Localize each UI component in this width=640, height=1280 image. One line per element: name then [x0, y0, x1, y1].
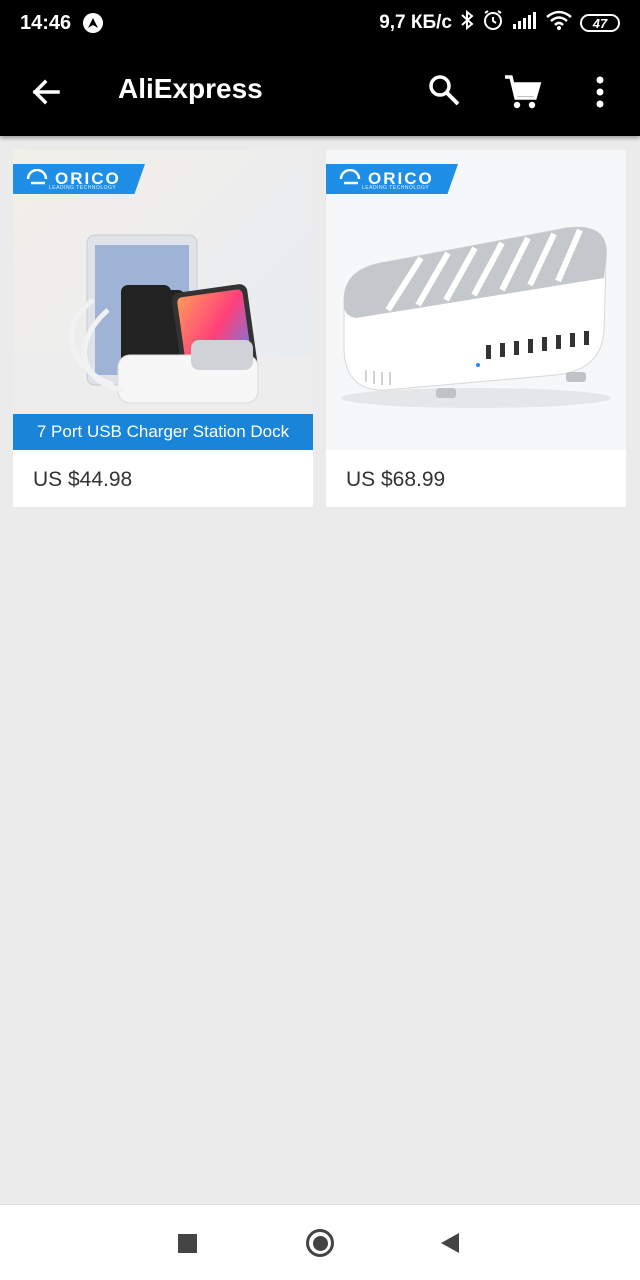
signal-icon	[512, 10, 538, 36]
status-right: 9,7 КБ/с 47	[379, 9, 620, 37]
product-price: US $44.98	[33, 468, 133, 491]
product-grid: ORICO LEADING TECHNOLOGY 7 Port USB Char…	[13, 150, 627, 507]
brand-badge: ORICO LEADING TECHNOLOGY	[13, 164, 145, 194]
system-nav-bar	[0, 1204, 640, 1280]
product-image: ORICO LEADING TECHNOLOGY	[326, 150, 626, 450]
status-bar: 14:46 9,7 КБ/с 47	[0, 0, 640, 46]
product-price: US $68.99	[346, 468, 446, 491]
wifi-icon	[546, 10, 572, 36]
home-circle-icon[interactable]	[306, 1229, 334, 1257]
back-triangle-icon[interactable]	[441, 1233, 459, 1253]
bluetooth-icon	[460, 9, 474, 36]
search-icon[interactable]	[426, 72, 462, 108]
status-left: 14:46	[20, 11, 104, 35]
page-title: AliExpress	[118, 73, 263, 104]
brand-tagline: LEADING TECHNOLOGY	[362, 185, 430, 191]
status-time: 14:46	[20, 11, 72, 34]
more-vert-icon[interactable]	[588, 72, 612, 112]
brand-tagline: LEADING TECHNOLOGY	[49, 185, 117, 191]
product-card[interactable]: ORICO LEADING TECHNOLOGY 7 Port USB Char…	[13, 150, 313, 507]
recents-square-icon[interactable]	[178, 1234, 197, 1253]
product-caption: 7 Port USB Charger Station Dock	[13, 414, 313, 450]
product-card[interactable]: ORICO LEADING TECHNOLOGY US $68.99	[326, 150, 626, 507]
home-inner-dot	[312, 1235, 328, 1251]
alarm-icon	[482, 9, 504, 37]
back-arrow-icon[interactable]	[28, 74, 64, 110]
cart-icon[interactable]	[502, 72, 542, 112]
app-bar: AliExpress	[0, 46, 640, 136]
product-image: ORICO LEADING TECHNOLOGY 7 Port USB Char…	[13, 150, 313, 450]
brand-badge: ORICO LEADING TECHNOLOGY	[326, 164, 458, 194]
network-speed: 9,7 КБ/с	[379, 12, 452, 33]
nav-app-icon	[83, 13, 104, 33]
battery-icon: 47	[580, 14, 620, 32]
